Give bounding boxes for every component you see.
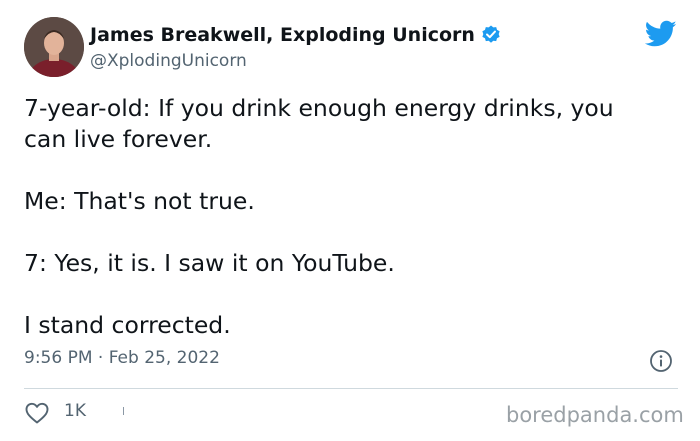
watermark: boredpanda.com [506, 403, 684, 427]
author-name[interactable]: James Breakwell, Exploding Unicorn [90, 24, 502, 46]
divider [24, 388, 678, 389]
author-handle[interactable]: @XplodingUnicorn [90, 51, 247, 71]
info-icon[interactable] [649, 349, 673, 373]
tweet-text: 7-year-old: If you drink enough energy d… [24, 93, 684, 341]
twitter-bird-icon[interactable] [644, 20, 677, 48]
tweet-timestamp[interactable]: 9:56 PM · Feb 25, 2022 [24, 348, 220, 368]
like-count[interactable]: 1K [64, 401, 86, 421]
tweet-line: 7: Yes, it is. I saw it on YouTube. [24, 249, 395, 277]
verified-badge-icon [480, 24, 502, 46]
tweet-line: I stand corrected. [24, 311, 231, 339]
tweet-line: can live forever. [24, 125, 213, 153]
tweet-line: Me: That's not true. [24, 187, 255, 215]
tweet-line: 7-year-old: If you drink enough energy d… [24, 94, 614, 122]
heart-icon[interactable] [24, 401, 50, 425]
tweet-card: James Breakwell, Exploding Unicorn @Xplo… [0, 0, 700, 441]
avatar[interactable] [24, 17, 84, 77]
action-separator [123, 407, 124, 415]
author-name-text[interactable]: James Breakwell, Exploding Unicorn [90, 24, 475, 46]
